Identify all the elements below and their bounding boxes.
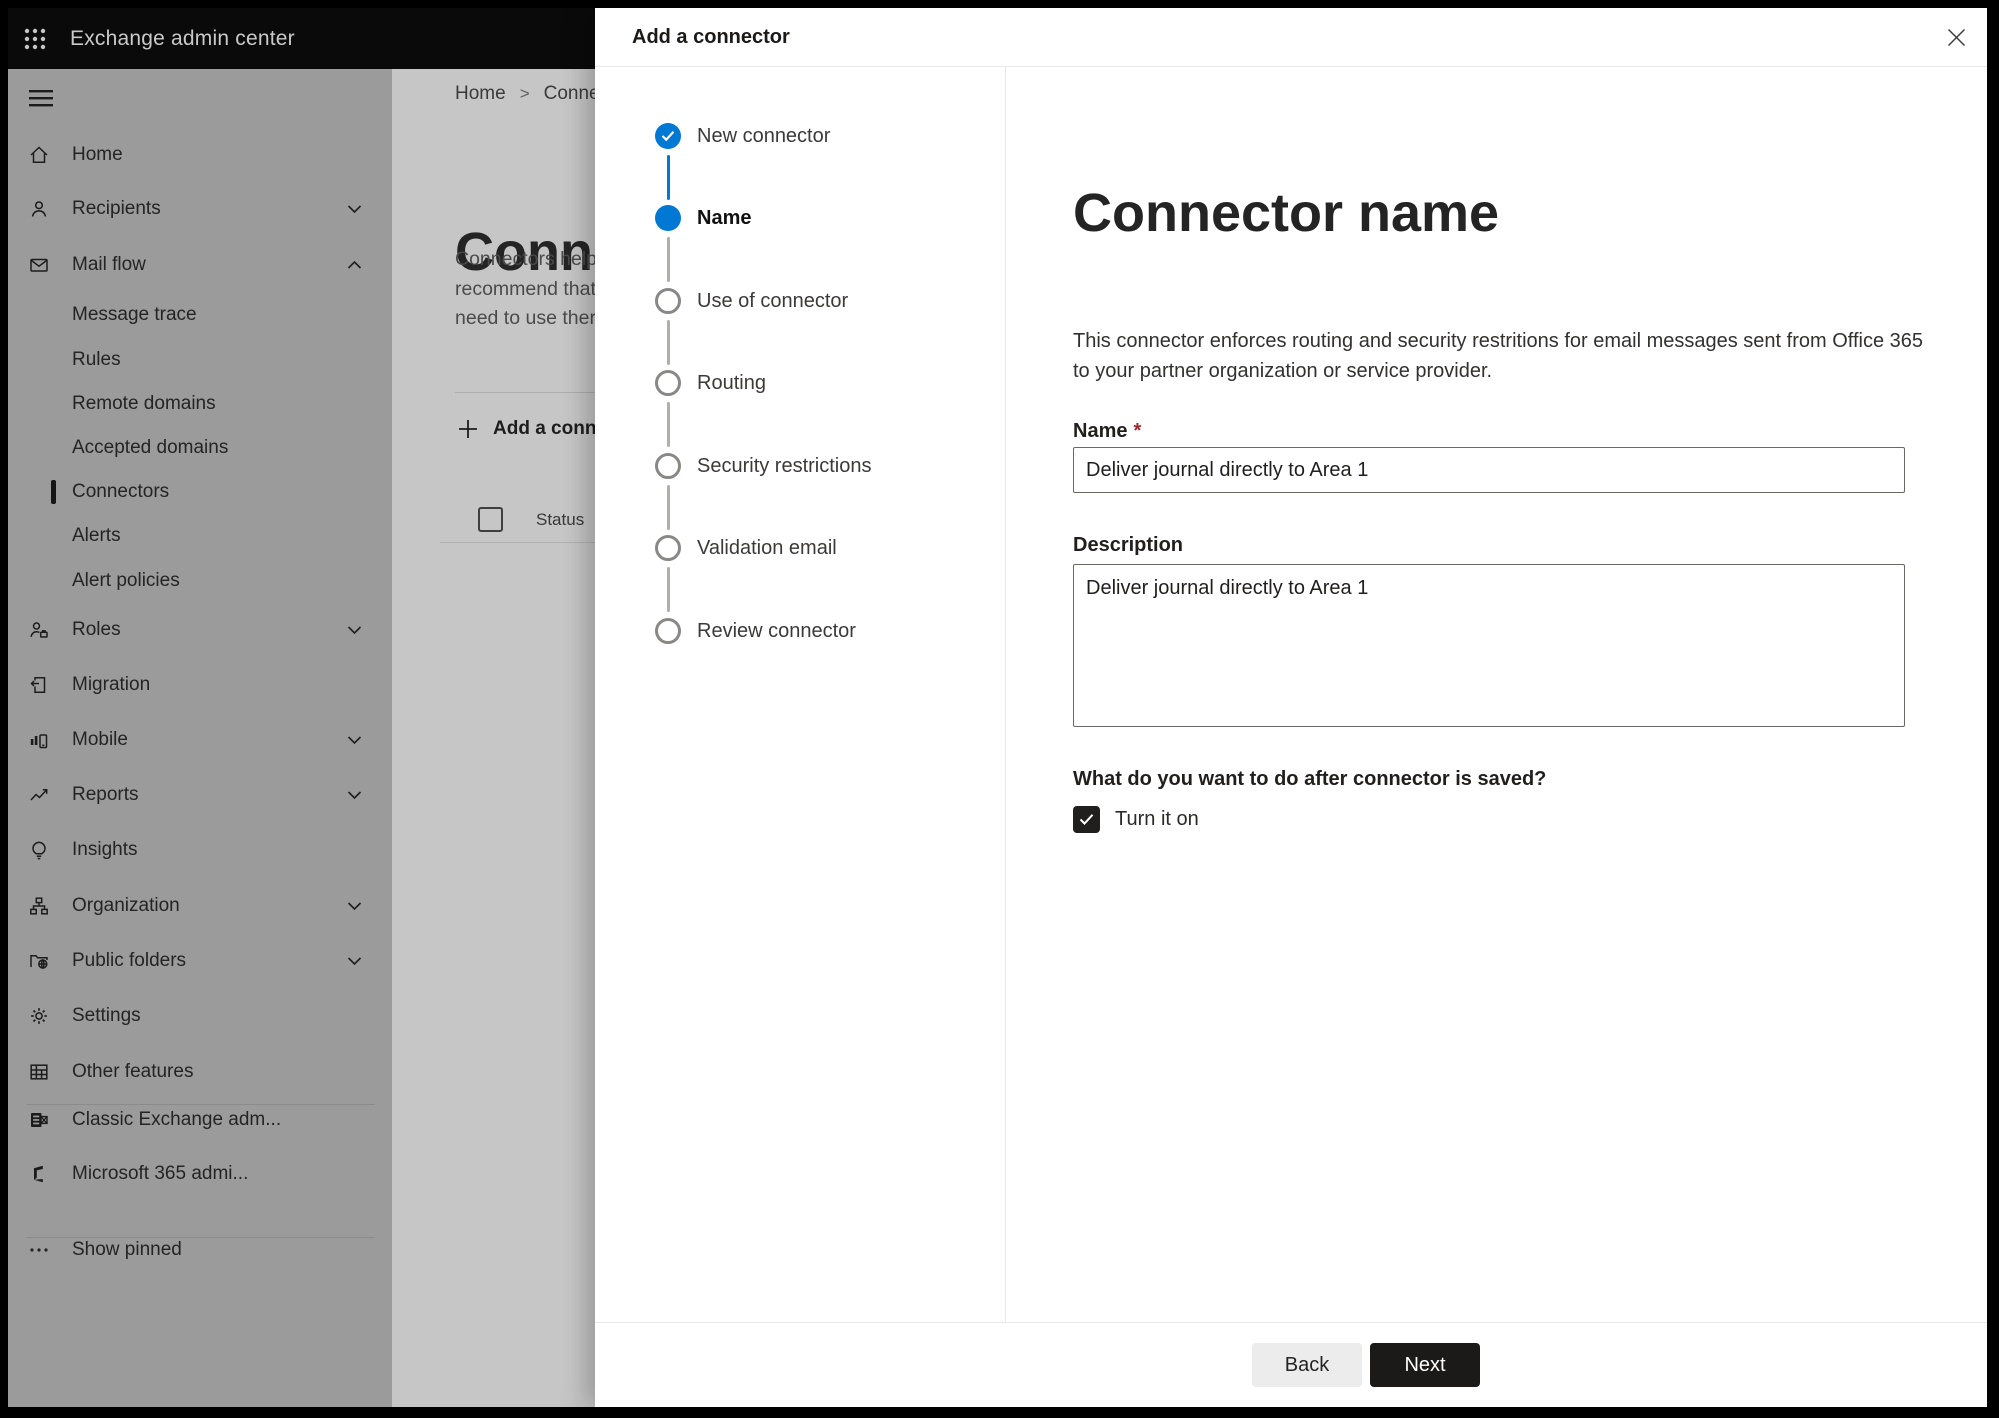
sidebar-item-other-features[interactable]: Other features	[8, 1050, 392, 1094]
line-chart-icon	[28, 784, 50, 806]
wizard-step-routing: Routing	[655, 370, 766, 447]
folder-globe-icon	[28, 950, 50, 972]
add-connector-button[interactable]: Add a conn	[455, 410, 596, 448]
sidebar-item-remote-domains[interactable]: Remote domains	[8, 382, 392, 426]
add-connector-dialog: Add a connector New connector Name Use o…	[595, 8, 1987, 1407]
wizard-step-new-connector: New connector	[655, 123, 830, 200]
connector-description-text: This connector enforces routing and secu…	[1073, 330, 1924, 382]
page-intro-text: Connectors help recommend that need to u…	[455, 248, 598, 329]
breadcrumb-separator: >	[519, 84, 530, 103]
sidebar-item-connectors[interactable]: Connectors	[8, 470, 392, 514]
sidebar-item-settings[interactable]: Settings	[8, 994, 392, 1038]
step-upcoming-circle	[655, 288, 681, 314]
status-column-header[interactable]: Status	[536, 510, 584, 530]
step-current-dot	[655, 205, 681, 231]
screenshot-frame: Exchange admin center Home Recipients Ma…	[0, 0, 1999, 1418]
back-button[interactable]: Back	[1252, 1343, 1362, 1387]
sidebar-item-show-pinned[interactable]: Show pinned	[8, 1228, 392, 1272]
sidebar-item-mail-flow[interactable]: Mail flow	[8, 243, 392, 287]
person-icon	[28, 198, 50, 220]
chevron-down-icon	[347, 902, 362, 911]
sidebar-item-insights[interactable]: Insights	[8, 828, 392, 872]
app-launcher-icon[interactable]	[22, 26, 48, 52]
after-save-question: What do you want to do after connector i…	[1073, 768, 1547, 790]
ellipsis-icon	[28, 1239, 50, 1261]
org-chart-icon	[28, 895, 50, 917]
turn-on-label: Turn it on	[1115, 808, 1199, 830]
sidebar-item-alerts[interactable]: Alerts	[8, 514, 392, 558]
step-upcoming-circle	[655, 618, 681, 644]
breadcrumb-current: Conne	[543, 83, 600, 104]
wizard-divider	[1005, 67, 1006, 1322]
sidebar-item-home[interactable]: Home	[8, 133, 392, 177]
sidebar-item-roles[interactable]: Roles	[8, 608, 392, 652]
sidebar-item-organization[interactable]: Organization	[8, 884, 392, 928]
microsoft365-logo-icon	[28, 1163, 50, 1185]
sidebar-item-recipients[interactable]: Recipients	[8, 187, 392, 231]
wizard-step-review-connector: Review connector	[655, 618, 856, 644]
sidebar-item-accepted-domains[interactable]: Accepted domains	[8, 426, 392, 470]
mobile-icon	[28, 729, 50, 751]
sidebar-item-classic-exchange-admin[interactable]: Classic Exchange adm...	[8, 1098, 392, 1142]
step-upcoming-circle	[655, 370, 681, 396]
dialog-footer-border	[595, 1322, 1987, 1323]
required-asterisk: *	[1133, 420, 1142, 442]
exchange-logo-icon	[28, 1109, 50, 1131]
breadcrumb-home-link[interactable]: Home	[455, 83, 506, 105]
lightbulb-icon	[28, 839, 50, 861]
sidebar-nav: Home Recipients Mail flow Message trace …	[8, 69, 392, 1407]
sidebar-item-public-folders[interactable]: Public folders	[8, 939, 392, 983]
sidebar-item-microsoft-365-admin[interactable]: Microsoft 365 admi...	[8, 1152, 392, 1196]
dialog-title: Add a connector	[632, 26, 790, 48]
step-upcoming-circle	[655, 453, 681, 479]
hamburger-menu-icon[interactable]	[28, 87, 58, 113]
breadcrumb: Home > Conne	[455, 83, 600, 105]
sidebar-item-mobile[interactable]: Mobile	[8, 718, 392, 762]
chevron-down-icon	[347, 205, 362, 214]
step-upcoming-circle	[655, 535, 681, 561]
selected-indicator	[51, 480, 56, 504]
description-textarea[interactable]: Deliver journal directly to Area 1	[1073, 564, 1905, 727]
wizard-step-security-restrictions: Security restrictions	[655, 453, 872, 530]
turn-it-on-option[interactable]: Turn it on	[1073, 806, 1199, 833]
sidebar-item-migration[interactable]: Migration	[8, 663, 392, 707]
plus-icon	[459, 420, 477, 438]
chevron-down-icon	[347, 957, 362, 966]
close-icon[interactable]	[1943, 24, 1969, 50]
sidebar-item-rules[interactable]: Rules	[8, 338, 392, 382]
wizard-step-validation-email: Validation email	[655, 535, 837, 612]
wizard-step-use-of-connector: Use of connector	[655, 288, 848, 365]
description-field-label: Description	[1073, 534, 1184, 556]
next-button[interactable]: Next	[1370, 1343, 1480, 1387]
turn-on-checkbox[interactable]	[1073, 806, 1100, 833]
sidebar-item-reports[interactable]: Reports	[8, 773, 392, 817]
chevron-up-icon	[347, 260, 362, 270]
person-badge-icon	[28, 619, 50, 641]
chevron-down-icon	[347, 791, 362, 800]
mail-icon	[28, 254, 50, 276]
checkmark-icon	[1079, 814, 1094, 825]
name-field-label: Name *	[1073, 420, 1142, 442]
home-icon	[28, 144, 50, 166]
table-grid-icon	[28, 1061, 50, 1083]
chevron-down-icon	[347, 626, 362, 635]
name-input[interactable]	[1073, 447, 1905, 493]
gear-icon	[28, 1005, 50, 1027]
sidebar-item-alert-policies[interactable]: Alert policies	[8, 559, 392, 603]
connector-name-heading: Connector name	[1073, 183, 1500, 243]
migration-icon	[28, 674, 50, 696]
wizard-step-name: Name	[655, 205, 751, 282]
app-title: Exchange admin center	[70, 26, 295, 50]
sidebar-item-message-trace[interactable]: Message trace	[8, 293, 392, 337]
select-all-checkbox[interactable]	[478, 507, 503, 532]
chevron-down-icon	[347, 736, 362, 745]
dialog-header-border	[595, 66, 1987, 67]
step-completed-check-icon	[655, 123, 681, 149]
